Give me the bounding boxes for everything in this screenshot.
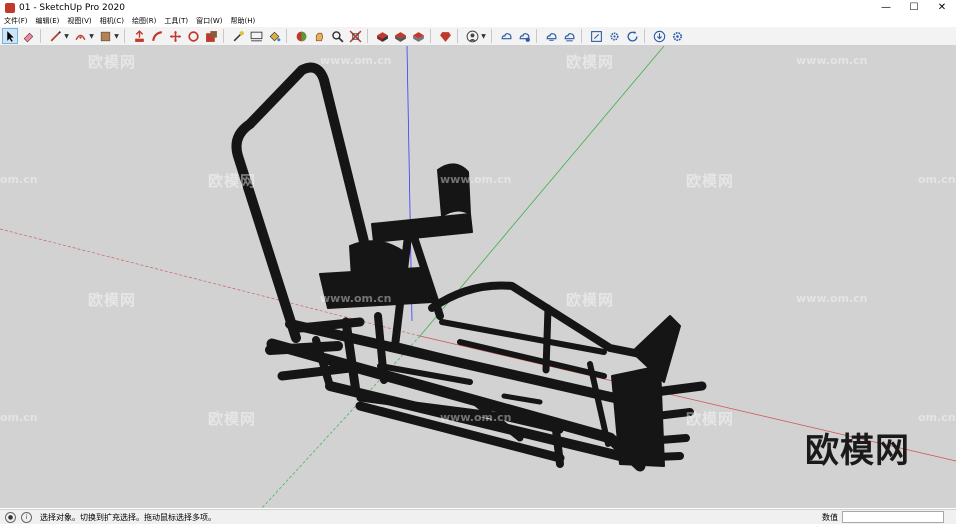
cloud-sync-icon[interactable] xyxy=(543,28,559,44)
watermark-url: www.om.cn xyxy=(320,54,392,67)
scale-icon[interactable] xyxy=(203,28,219,44)
components-icon[interactable] xyxy=(374,28,390,44)
watermark-url: www.om.cn xyxy=(796,292,868,305)
paint-bucket-icon[interactable] xyxy=(266,28,282,44)
watermark-logo: 欧模网 xyxy=(88,53,137,71)
watermark-logo: 欧模网 xyxy=(208,410,257,428)
toolbar-separator xyxy=(430,29,431,43)
tape-measure-icon[interactable] xyxy=(230,28,246,44)
cloud-upload-icon[interactable] xyxy=(516,28,532,44)
select-icon[interactable] xyxy=(2,28,18,44)
close-button[interactable]: ✕ xyxy=(928,0,956,15)
toolbar-separator xyxy=(40,29,41,43)
measurements-label: 数值 xyxy=(822,513,838,522)
info-icon[interactable]: i xyxy=(21,511,32,523)
ruby-icon[interactable] xyxy=(437,28,453,44)
zoom-icon[interactable] xyxy=(329,28,345,44)
section-icon[interactable] xyxy=(588,28,604,44)
toolbar-separator xyxy=(223,29,224,43)
cloud-icon[interactable] xyxy=(498,28,514,44)
brand-watermark: 欧模网 xyxy=(805,431,910,471)
gear-icon[interactable] xyxy=(669,28,685,44)
follow-me-icon[interactable] xyxy=(149,28,165,44)
cloud-share-icon[interactable] xyxy=(561,28,577,44)
chevron-down-icon[interactable]: ▼ xyxy=(63,28,70,44)
title-bar: 01 - SketchUp Pro 2020 — ☐ ✕ xyxy=(0,0,956,15)
menu-camera[interactable]: 相机(C) xyxy=(96,16,128,26)
chevron-down-icon[interactable]: ▼ xyxy=(113,28,120,44)
watermark-logo: 欧模网 xyxy=(686,172,735,190)
watermark-url: om.cn xyxy=(0,411,38,424)
toolbar-separator xyxy=(286,29,287,43)
zoom-extents-icon[interactable] xyxy=(347,28,363,44)
watermark-url: om.cn xyxy=(918,411,956,424)
sketchup-app-icon[interactable] xyxy=(5,2,15,13)
watermark-url: www.om.cn xyxy=(320,292,392,305)
model-viewport[interactable]: 欧模网 欧模网 www.om.cn www.om.cn om.cn 欧模网 ww… xyxy=(0,46,956,508)
watermark-logo: 欧模网 xyxy=(566,291,615,309)
status-bar: ● i 选择对象。切换到扩充选择。拖动鼠标选择多项。 数值 xyxy=(0,509,956,524)
window-controls: — ☐ ✕ xyxy=(872,0,956,15)
orbit-icon[interactable] xyxy=(293,28,309,44)
toolbar-separator xyxy=(644,29,645,43)
refresh-icon[interactable] xyxy=(624,28,640,44)
kart-frame-model xyxy=(231,62,707,472)
menu-file[interactable]: 文件(F) xyxy=(0,16,32,26)
watermark-url: om.cn xyxy=(0,173,38,186)
settings-icon[interactable] xyxy=(606,28,622,44)
menu-help[interactable]: 帮助(H) xyxy=(226,16,259,26)
menu-tools[interactable]: 工具(T) xyxy=(160,16,192,26)
dimension-icon[interactable] xyxy=(248,28,264,44)
measurements-input[interactable] xyxy=(842,511,944,523)
extension-warehouse-icon[interactable] xyxy=(410,28,426,44)
push-pull-icon[interactable] xyxy=(131,28,147,44)
watermark-url: www.om.cn xyxy=(440,173,512,186)
move-icon[interactable] xyxy=(167,28,183,44)
arc-icon[interactable] xyxy=(72,28,88,44)
maximize-button[interactable]: ☐ xyxy=(900,0,928,15)
watermark-url: www.om.cn xyxy=(440,411,512,424)
download-icon[interactable] xyxy=(651,28,667,44)
chevron-down-icon[interactable]: ▼ xyxy=(88,28,95,44)
rectangle-icon[interactable] xyxy=(97,28,113,44)
menu-window[interactable]: 窗口(W) xyxy=(192,16,226,26)
pencil-line-icon[interactable] xyxy=(47,28,63,44)
watermark-logo: 欧模网 xyxy=(208,172,257,190)
rotate-icon[interactable] xyxy=(185,28,201,44)
toolbar-separator xyxy=(367,29,368,43)
toolbar-separator xyxy=(457,29,458,43)
window-title: 01 - SketchUp Pro 2020 xyxy=(19,2,125,13)
chevron-down-icon[interactable]: ▼ xyxy=(480,28,487,44)
toolbar-separator xyxy=(536,29,537,43)
user-icon[interactable] xyxy=(464,28,480,44)
minimize-button[interactable]: — xyxy=(872,0,900,15)
toolbar-separator xyxy=(491,29,492,43)
toolbar-separator xyxy=(581,29,582,43)
pan-icon[interactable] xyxy=(311,28,327,44)
geolocation-icon[interactable]: ● xyxy=(5,511,16,523)
menu-view[interactable]: 视图(V) xyxy=(63,16,95,26)
menu-edit[interactable]: 编辑(E) xyxy=(32,16,64,26)
watermark-logo: 欧模网 xyxy=(88,291,137,309)
watermark-logo: 欧模网 xyxy=(686,410,735,428)
status-message: 选择对象。切换到扩充选择。拖动鼠标选择多项。 xyxy=(40,512,216,522)
eraser-icon[interactable] xyxy=(20,28,36,44)
toolbar-separator xyxy=(124,29,125,43)
main-toolbar: ▼ ▼ ▼ ▼ xyxy=(0,27,956,46)
watermark-url: www.om.cn xyxy=(796,54,868,67)
menu-bar: 文件(F) 编辑(E) 视图(V) 相机(C) 绘图(R) 工具(T) 窗口(W… xyxy=(0,15,956,27)
watermark-url: om.cn xyxy=(918,173,956,186)
menu-draw[interactable]: 绘图(R) xyxy=(128,16,160,26)
3d-warehouse-icon[interactable] xyxy=(392,28,408,44)
watermark-logo: 欧模网 xyxy=(566,53,615,71)
